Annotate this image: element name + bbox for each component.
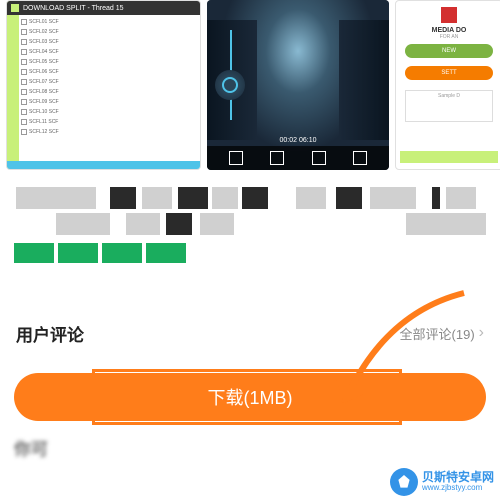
shot1-header: DOWNLOAD SPLIT - Thread 15 <box>7 1 200 15</box>
reviews-title: 用户评论 <box>16 321 84 346</box>
rating-bar <box>14 243 486 263</box>
control-icon <box>312 151 326 165</box>
screenshot-1[interactable]: DOWNLOAD SPLIT - Thread 15 SCFL01 SCF SC… <box>6 0 201 170</box>
download-icon <box>11 4 19 12</box>
new-button: NEW <box>405 44 493 58</box>
screenshot-carousel[interactable]: DOWNLOAD SPLIT - Thread 15 SCFL01 SCF SC… <box>0 0 500 173</box>
screenshot-2[interactable]: 00:02 06:10 <box>207 0 389 170</box>
chevron-right-icon: › <box>479 324 484 342</box>
censored-description <box>6 187 494 233</box>
download-button[interactable]: 下载(1MB) <box>14 373 486 421</box>
control-icon <box>270 151 284 165</box>
shot1-list: SCFL01 SCF SCFL02 SCF SCFL03 SCF SCFL04 … <box>19 15 200 161</box>
watermark-logo-icon <box>390 468 418 496</box>
settings-button: SETT <box>405 66 493 80</box>
app-logo-icon <box>441 7 457 23</box>
screenshot-3[interactable]: MEDIA DO FOR AN NEW SETT Sample D <box>395 0 500 170</box>
video-time: 00:02 06:10 <box>280 137 317 144</box>
play-icon <box>215 70 245 100</box>
control-icon <box>229 151 243 165</box>
recommendations-title: 你可 <box>14 435 486 460</box>
reviews-section: 用户评论 全部评论(19) › <box>0 311 500 355</box>
watermark: 贝斯特安卓网 www.zjbstyy.com <box>390 468 494 496</box>
all-reviews-link[interactable]: 全部评论(19) › <box>400 324 484 343</box>
control-icon <box>353 151 367 165</box>
